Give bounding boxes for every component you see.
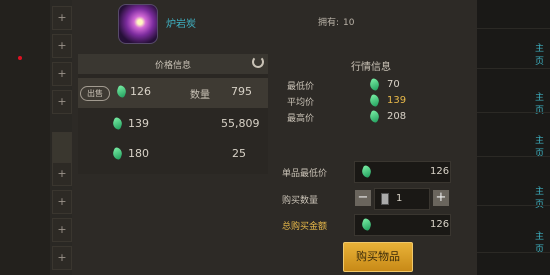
divider	[477, 205, 550, 206]
category-button[interactable]: +	[52, 34, 72, 58]
avg-price-value: 139	[387, 95, 407, 106]
quantity-label: 数量	[190, 90, 210, 101]
row-price: 180	[128, 147, 149, 160]
row-price: 139	[128, 117, 149, 130]
item-name: 炉岩炭	[166, 19, 196, 30]
quantity-label: 购买数量	[282, 196, 319, 206]
row-quantity: 795	[231, 85, 252, 98]
decrease-button[interactable]: −	[355, 190, 371, 206]
min-price-label: 最低价	[287, 82, 315, 92]
row-quantity: 25	[232, 147, 246, 160]
refresh-icon[interactable]	[252, 56, 264, 68]
category-button-selected[interactable]	[52, 132, 72, 164]
category-button[interactable]: +	[52, 246, 72, 270]
sell-button[interactable]: 出售	[80, 86, 110, 101]
total-value: 126	[430, 219, 450, 230]
max-price-value: 208	[387, 111, 407, 122]
buy-button[interactable]: 购买物品	[343, 242, 413, 272]
right-list-tag[interactable]: 主页	[535, 41, 550, 67]
category-button[interactable]: +	[52, 218, 72, 242]
divider	[477, 156, 550, 157]
divider	[477, 112, 550, 113]
market-info-title: 行情信息	[351, 62, 391, 73]
category-button[interactable]: +	[52, 90, 72, 114]
divider	[477, 68, 550, 69]
right-list-tag[interactable]: 主页	[535, 184, 550, 210]
increase-button[interactable]: +	[433, 190, 449, 206]
divider	[477, 252, 550, 253]
avg-price-label: 平均价	[287, 98, 315, 108]
row-price: 126	[130, 85, 151, 98]
slider-icon	[381, 193, 389, 205]
unit-price-label: 单品最低价	[282, 169, 328, 179]
price-list-title: 价格信息	[154, 61, 191, 71]
price-list-header: 价格信息	[78, 54, 268, 74]
total-label: 总购买金额	[282, 222, 328, 232]
owned-value: 10	[343, 18, 355, 28]
item-icon	[118, 4, 158, 44]
quantity-value: 1	[396, 193, 403, 204]
max-price-label: 最高价	[287, 114, 315, 124]
row-quantity: 55,809	[221, 117, 260, 130]
category-button[interactable]: +	[52, 162, 72, 186]
owned-count: 拥有: 10	[318, 15, 355, 28]
category-button[interactable]: +	[52, 190, 72, 214]
min-price-value: 70	[387, 79, 400, 90]
notification-dot	[18, 56, 22, 60]
category-button[interactable]: +	[52, 6, 72, 30]
owned-label: 拥有:	[318, 18, 340, 28]
unit-price-value: 126	[430, 166, 450, 177]
divider	[477, 28, 550, 29]
category-button[interactable]: +	[52, 62, 72, 86]
